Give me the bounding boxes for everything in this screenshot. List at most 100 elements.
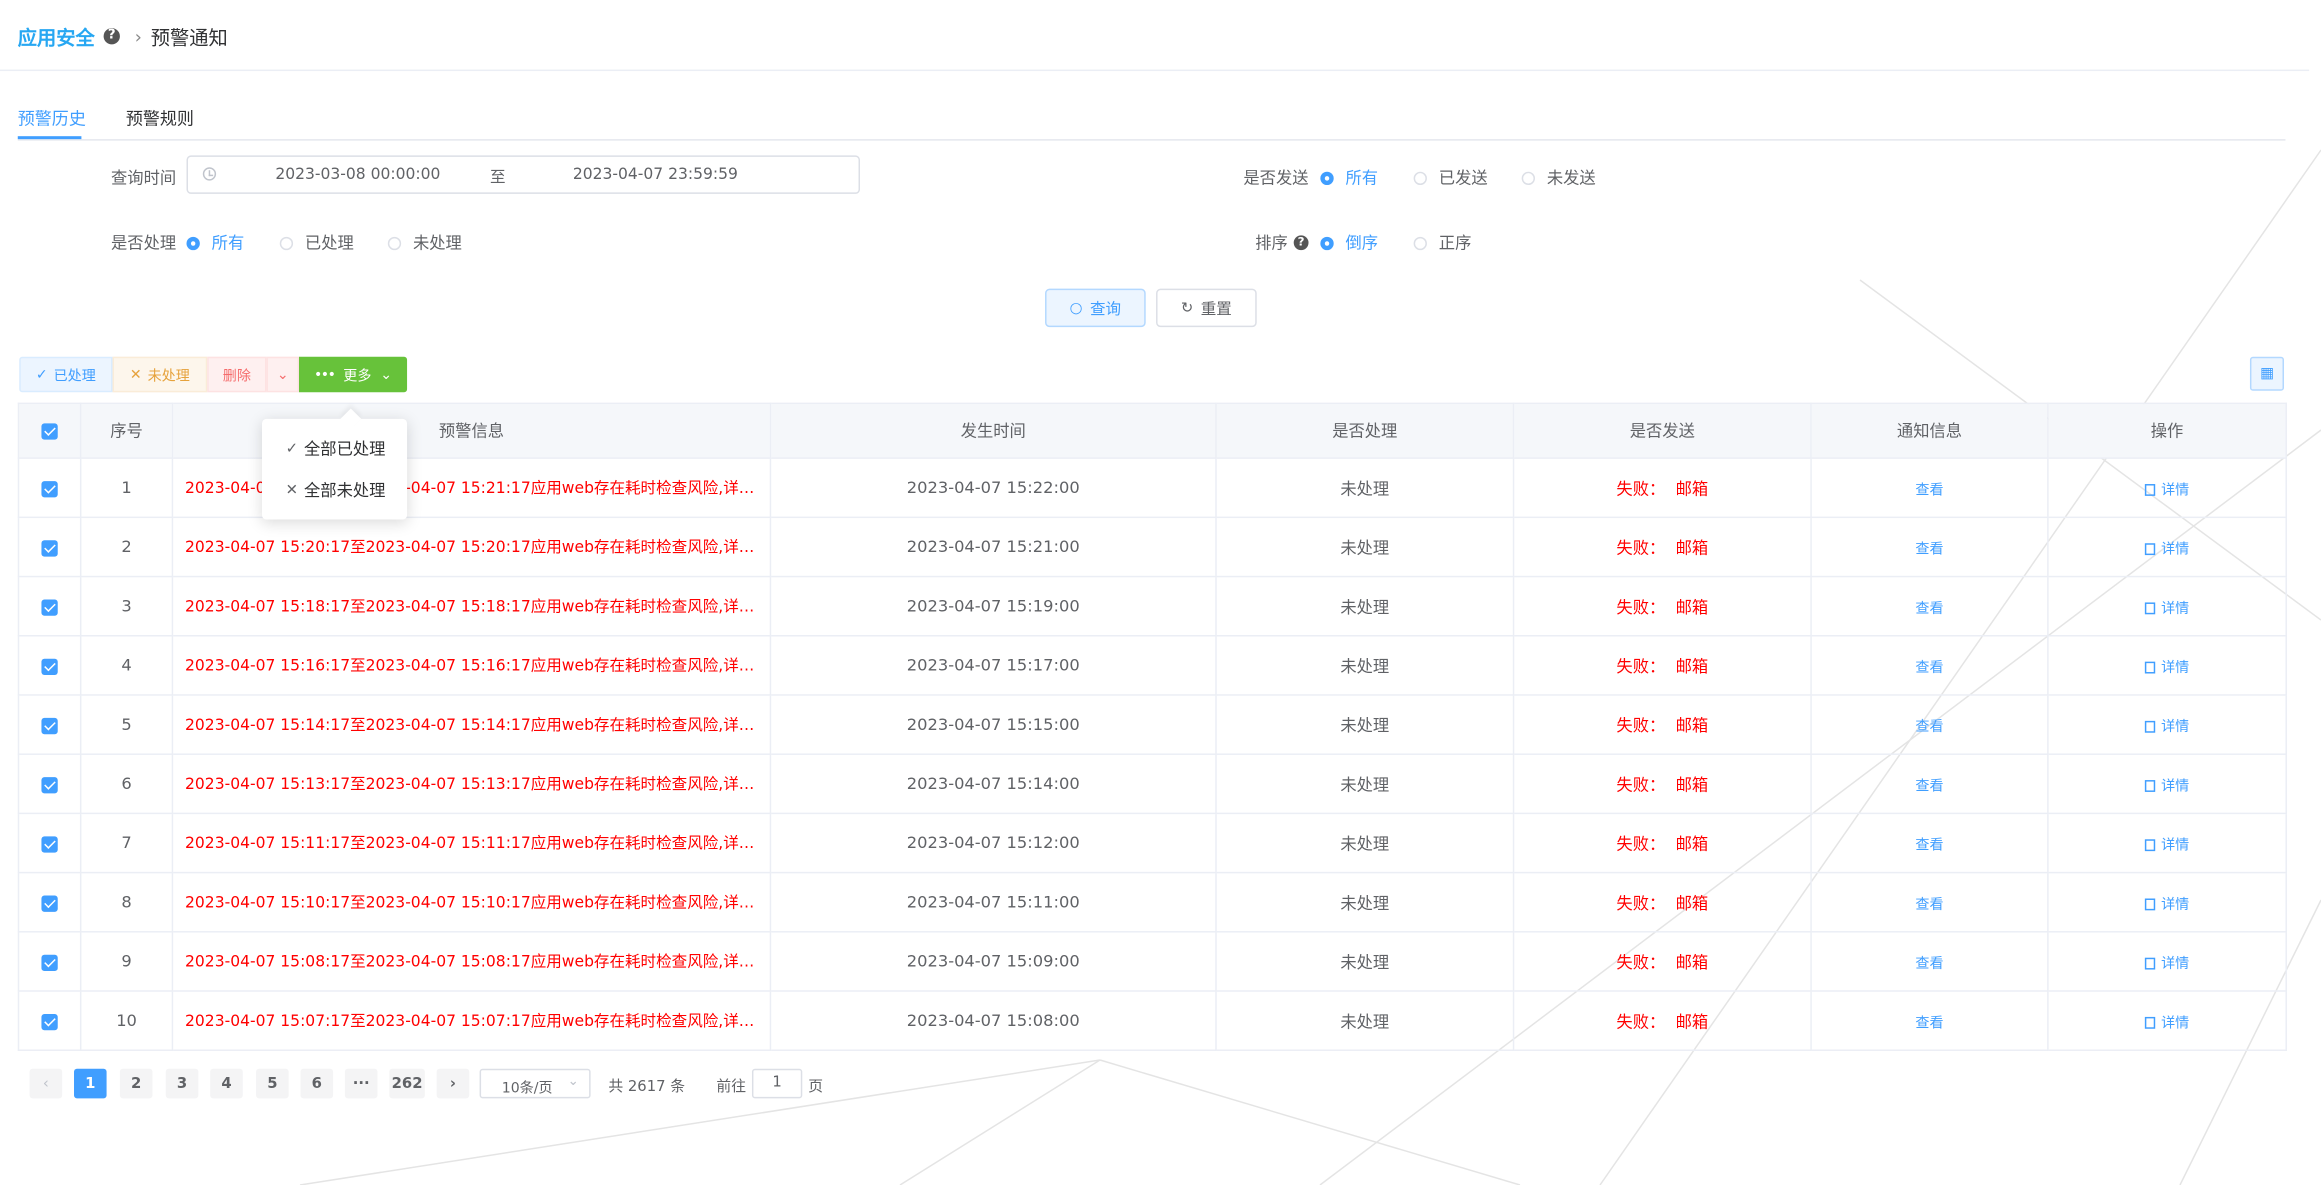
- page-button[interactable]: 5: [256, 1068, 289, 1099]
- radio-sort-asc[interactable]: 正序: [1413, 231, 1471, 255]
- row-index: 4: [79, 635, 174, 696]
- row-checkbox[interactable]: [17, 753, 82, 815]
- checkbox-checked[interactable]: [41, 480, 58, 497]
- detail-link[interactable]: 详情: [2047, 694, 2287, 755]
- row-checkbox[interactable]: [17, 990, 82, 1051]
- checkbox-checked[interactable]: [41, 423, 58, 440]
- checkbox-checked[interactable]: [41, 598, 58, 616]
- row-checkbox[interactable]: [17, 516, 82, 578]
- tab-alert-rules[interactable]: 预警规则: [126, 107, 194, 131]
- detail-label: 详情: [2161, 541, 2190, 558]
- checkbox-checked[interactable]: [41, 657, 58, 675]
- view-notice-link[interactable]: 查看: [1810, 635, 2049, 696]
- view-notice-link[interactable]: 查看: [1810, 812, 2049, 874]
- tab-alert-history[interactable]: 预警历史: [18, 107, 86, 131]
- start-date-input[interactable]: 2023-03-08 00:00:00: [275, 166, 440, 184]
- row-index: 3: [79, 575, 174, 637]
- page-size-select[interactable]: 10条/页 ⌄: [479, 1068, 591, 1099]
- radio-sort-desc[interactable]: 倒序: [1320, 231, 1378, 255]
- checkbox-checked[interactable]: [41, 835, 58, 852]
- mark-done-button[interactable]: ✓ 已处理: [19, 356, 113, 393]
- checkbox-checked[interactable]: [41, 539, 58, 556]
- tab-active-indicator: [17, 136, 82, 140]
- radio-sent-no[interactable]: 未发送: [1521, 166, 1596, 190]
- checkbox-checked[interactable]: [41, 894, 58, 912]
- view-notice-link[interactable]: 查看: [1810, 516, 2049, 578]
- detail-label: 详情: [2161, 481, 2190, 499]
- detail-link[interactable]: 详情: [2047, 871, 2287, 933]
- detail-link[interactable]: 详情: [2047, 990, 2287, 1051]
- page-button-last[interactable]: 262: [389, 1068, 425, 1099]
- next-page-button[interactable]: ›: [436, 1068, 470, 1099]
- radio-handled-no[interactable]: 未处理: [387, 231, 462, 255]
- query-button[interactable]: ○ 查询: [1045, 288, 1146, 328]
- view-notice-link[interactable]: 查看: [1810, 575, 2049, 637]
- detail-label: 详情: [2161, 600, 2190, 617]
- detail-link[interactable]: 详情: [2047, 516, 2287, 578]
- select-all-checkbox[interactable]: [17, 402, 82, 459]
- page-button[interactable]: 1: [74, 1068, 107, 1099]
- chevron-down-icon: ⌄: [276, 366, 289, 383]
- send-status: 失败： 邮箱: [1512, 694, 1812, 755]
- reset-button[interactable]: ↻ 重置: [1156, 288, 1257, 328]
- row-checkbox[interactable]: [17, 457, 82, 519]
- checkbox-checked[interactable]: [41, 776, 58, 793]
- radio-handled-all[interactable]: 所有: [186, 231, 244, 255]
- column-settings-button[interactable]: ▦: [2249, 356, 2284, 391]
- page-button[interactable]: 3: [165, 1068, 199, 1099]
- page-ellipsis[interactable]: ···: [344, 1068, 378, 1099]
- view-notice-link[interactable]: 查看: [1810, 871, 2049, 933]
- checkbox-checked[interactable]: [41, 1013, 58, 1030]
- send-status: 失败： 邮箱: [1512, 457, 1812, 519]
- checkbox-checked[interactable]: [41, 717, 58, 734]
- view-notice-link[interactable]: 查看: [1810, 694, 2049, 755]
- view-notice-link[interactable]: 查看: [1810, 457, 2049, 519]
- row-checkbox[interactable]: [17, 871, 82, 933]
- question-circle-icon[interactable]: ?: [1293, 235, 1309, 251]
- menu-item-all-undone[interactable]: ✕ 全部未处理: [286, 478, 386, 502]
- alert-message: 2023-04-07 15:18:17至2023-04-07 15:18:17应…: [171, 575, 772, 637]
- prev-page-button[interactable]: ‹: [29, 1068, 63, 1099]
- radio-sent-yes[interactable]: 已发送: [1413, 166, 1488, 190]
- page-button[interactable]: 6: [300, 1068, 334, 1099]
- goto-page-input[interactable]: 1: [751, 1068, 803, 1099]
- chevron-right-icon: ›: [134, 25, 142, 47]
- row-checkbox[interactable]: [17, 694, 82, 755]
- end-date-input[interactable]: 2023-04-07 23:59:59: [573, 166, 738, 184]
- view-notice-link[interactable]: 查看: [1810, 753, 2049, 815]
- checkbox-checked[interactable]: [41, 954, 58, 971]
- radio-dot: [186, 236, 200, 250]
- table-icon: ▦: [2259, 365, 2274, 382]
- radio-sent-all[interactable]: 所有: [1320, 166, 1378, 190]
- radio-dot: [1320, 236, 1334, 250]
- detail-label: 详情: [2161, 896, 2190, 913]
- detail-link[interactable]: 详情: [2047, 575, 2287, 637]
- menu-item-all-done[interactable]: ✓ 全部已处理: [286, 437, 386, 461]
- radio-handled-yes[interactable]: 已处理: [279, 231, 354, 255]
- more-button[interactable]: ••• 更多 ⌄: [299, 356, 408, 393]
- detail-link[interactable]: 详情: [2047, 931, 2287, 992]
- row-checkbox[interactable]: [17, 635, 82, 696]
- delete-dropdown-toggle[interactable]: ⌄: [266, 356, 300, 393]
- breadcrumb-app[interactable]: 应用安全: [18, 22, 95, 50]
- mark-undone-button[interactable]: ✕ 未处理: [112, 356, 208, 393]
- row-index: 5: [79, 694, 174, 755]
- table-row: 5 2023-04-07 15:14:17至2023-04-07 15:14:17…: [17, 694, 2287, 755]
- page-button[interactable]: 2: [119, 1068, 153, 1099]
- detail-link[interactable]: 详情: [2047, 457, 2287, 519]
- row-index: 9: [79, 931, 174, 992]
- date-range-picker[interactable]: 2023-03-08 00:00:00 至 2023-04-07 23:59:5…: [186, 155, 861, 194]
- detail-link[interactable]: 详情: [2047, 753, 2287, 815]
- detail-link[interactable]: 详情: [2047, 635, 2287, 696]
- page-button[interactable]: 4: [210, 1068, 243, 1099]
- column-header: 操作: [2047, 402, 2287, 459]
- row-checkbox[interactable]: [17, 931, 82, 992]
- view-notice-link[interactable]: 查看: [1810, 990, 2049, 1051]
- view-notice-link[interactable]: 查看: [1810, 931, 2049, 992]
- delete-button[interactable]: 删除: [207, 356, 267, 393]
- row-checkbox[interactable]: [17, 575, 82, 637]
- detail-link[interactable]: 详情: [2047, 812, 2287, 874]
- row-checkbox[interactable]: [17, 812, 82, 874]
- question-circle-icon[interactable]: ?: [103, 28, 120, 45]
- send-status: 失败： 邮箱: [1512, 575, 1812, 637]
